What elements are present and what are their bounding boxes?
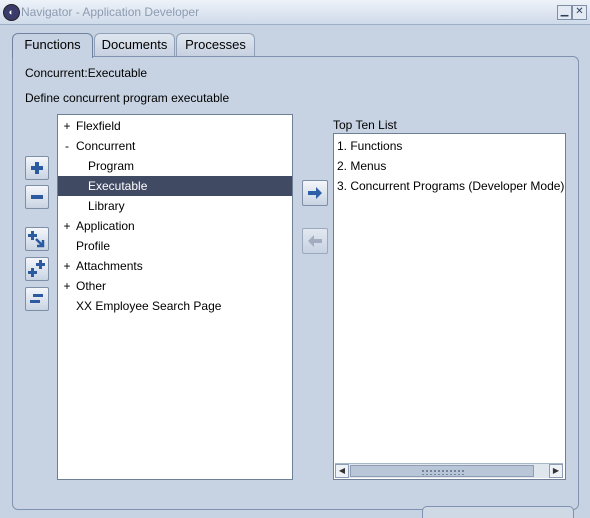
tab-functions[interactable]: Functions (12, 33, 93, 58)
collapse-all-icon (30, 294, 43, 303)
tree-item-label: Library (88, 199, 125, 213)
tree-item-label: Profile (76, 239, 111, 253)
grip-icon (421, 469, 465, 475)
expand-button[interactable] (25, 156, 49, 180)
tree-expander[interactable]: - (60, 136, 74, 156)
tree-item-label: Application (76, 219, 135, 233)
oracle-app-icon[interactable]: ◐ (3, 4, 20, 21)
bottom-edge-tab (422, 506, 574, 518)
collapse-button[interactable] (25, 185, 49, 209)
tree-item-library[interactable]: Library (58, 196, 292, 216)
tree-item-label: Executable (88, 179, 148, 193)
minimize-button[interactable]: ▁ (557, 5, 572, 20)
tree-item-label: XX Employee Search Page (76, 299, 222, 313)
top-ten-list[interactable]: 1. Functions 2. Menus 3. Concurrent Prog… (333, 133, 566, 480)
expand-branch-icon (28, 231, 45, 248)
expand-all-icon (28, 260, 45, 277)
title-bar: ◐ Navigator - Application Developer ▁ ✕ (0, 0, 590, 25)
close-button[interactable]: ✕ (572, 5, 587, 20)
expand-icon (31, 162, 43, 174)
tab-processes[interactable]: Processes (176, 33, 255, 56)
tree-item-label: Flexfield (76, 119, 121, 133)
add-to-top-ten-button[interactable] (302, 180, 328, 206)
expand-branch-button[interactable] (25, 227, 49, 251)
scroll-thumb[interactable] (350, 465, 534, 477)
tree-expander[interactable]: + (60, 276, 74, 296)
function-name: Concurrent:Executable (25, 66, 148, 80)
tree-item-profile[interactable]: Profile (60, 236, 292, 256)
tree-item-label: Concurrent (76, 139, 136, 153)
tree-item-attachments[interactable]: + Attachments (60, 256, 292, 276)
tree-item-executable[interactable]: Executable (58, 176, 292, 196)
top-ten-item[interactable]: 2. Menus (337, 156, 386, 176)
window-title: Navigator - Application Developer (21, 5, 200, 19)
remove-from-top-ten-button[interactable] (302, 228, 328, 254)
tree-item-flexfield[interactable]: + Flexfield (60, 116, 292, 136)
top-ten-item[interactable]: 1. Functions (337, 136, 402, 156)
collapse-all-button[interactable] (25, 287, 49, 311)
tree-item-other[interactable]: + Other (60, 276, 292, 296)
tree-item-concurrent[interactable]: - Concurrent (60, 136, 292, 156)
tree-item-label: Other (76, 279, 107, 293)
function-description: Define concurrent program executable (25, 91, 230, 105)
tree-item-application[interactable]: + Application (60, 216, 292, 236)
function-tree[interactable]: + Flexfield - Concurrent Program Executable Li… (57, 114, 293, 480)
expand-all-button[interactable] (25, 257, 49, 281)
tree-item-program[interactable]: Program (58, 156, 292, 176)
tree-item-label: Attachments (76, 259, 143, 273)
tab-documents[interactable]: Documents (94, 33, 175, 56)
top-ten-item[interactable]: 3. Concurrent Programs (Developer Mode) (337, 176, 564, 196)
top-ten-label: Top Ten List (333, 118, 397, 132)
arrow-left-icon (308, 235, 322, 247)
collapse-icon (31, 195, 43, 199)
tree-item-xx-employee-search-page[interactable]: XX Employee Search Page (60, 296, 292, 316)
horizontal-scrollbar[interactable]: ◀ ▶ (335, 463, 563, 478)
scroll-left-icon[interactable]: ◀ (335, 464, 349, 478)
scroll-right-icon[interactable]: ▶ (549, 464, 563, 478)
arrow-right-icon (308, 187, 322, 199)
tree-item-label: Program (88, 159, 135, 173)
tree-expander[interactable]: + (60, 116, 74, 136)
tree-expander[interactable]: + (60, 256, 74, 276)
tree-expander[interactable]: + (60, 216, 74, 236)
